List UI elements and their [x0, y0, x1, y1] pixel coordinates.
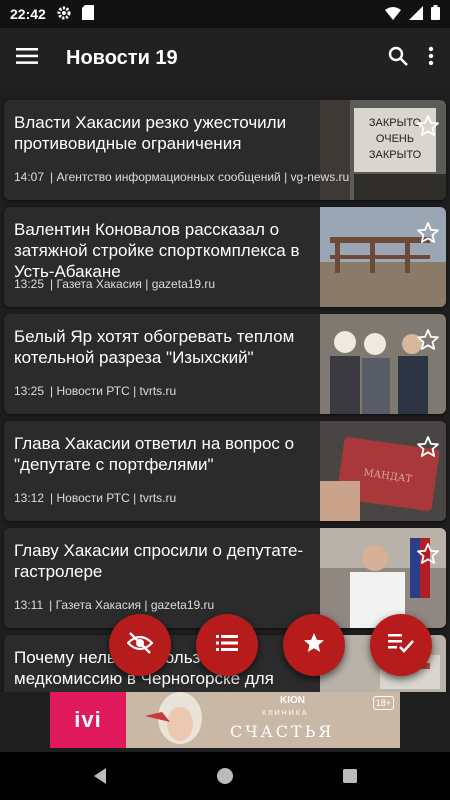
list-button[interactable]	[196, 614, 258, 676]
news-card[interactable]: Белый Яр хотят обогревать теплом котельн…	[4, 314, 446, 414]
menu-icon[interactable]	[16, 47, 38, 69]
star-icon[interactable]	[416, 328, 440, 352]
news-card[interactable]: ЗАКРЫТО ОЧЕНЬ ЗАКРЫТО Власти Хакасии рез…	[4, 100, 446, 200]
news-source: | Газета Хакасия | gazeta19.ru	[49, 598, 215, 612]
back-icon[interactable]	[88, 764, 112, 788]
news-title: Валентин Коновалов рассказал о затяжной …	[14, 220, 300, 281]
star-icon[interactable]	[416, 435, 440, 459]
recents-icon[interactable]	[338, 764, 362, 788]
ad-headline: СЧАСТЬЯ	[230, 722, 335, 741]
mark-read-button[interactable]	[370, 614, 432, 676]
search-icon[interactable]	[388, 46, 408, 71]
star-icon[interactable]	[416, 221, 440, 245]
news-title: Главу Хакасии спросили о депутате-гастро…	[14, 541, 304, 581]
star-filled-icon	[302, 631, 326, 660]
list-icon	[216, 634, 238, 656]
news-source: | Агентство информационных сообщений | v…	[50, 170, 350, 184]
ad-subtitle: КЛИНИКА	[262, 710, 309, 717]
gear-icon	[56, 5, 72, 24]
home-icon[interactable]	[213, 764, 237, 788]
status-time: 22:42	[10, 6, 46, 22]
signal-icon	[409, 5, 423, 23]
svg-text:ОЧЕНЬ: ОЧЕНЬ	[376, 133, 414, 145]
app-bar: Новости 19	[0, 28, 450, 88]
favorites-button[interactable]	[283, 614, 345, 676]
hide-read-button[interactable]	[109, 614, 171, 676]
ad-banner[interactable]: ivi KION КЛИНИКА СЧАСТЬЯ 18+	[50, 692, 400, 748]
ad-age-rating: 18+	[372, 696, 394, 710]
sd-card-icon	[81, 5, 94, 23]
ad-brand: KION	[280, 695, 305, 706]
news-title: Глава Хакасии ответил на вопрос о "депут…	[14, 434, 295, 474]
news-card[interactable]: Главу Хакасии спросили о депутате-гастро…	[4, 528, 446, 628]
svg-text:ЗАКРЫТО: ЗАКРЫТО	[369, 149, 422, 161]
ad-portrait	[145, 692, 202, 744]
wifi-icon	[385, 6, 401, 23]
star-icon[interactable]	[416, 542, 440, 566]
news-feed[interactable]: ЗАКРЫТО ОЧЕНЬ ЗАКРЫТО Власти Хакасии рез…	[0, 88, 450, 692]
news-meta: 13:25 | Газета Хакасия | gazeta19.ru	[14, 277, 215, 291]
news-meta: 13:25 | Новости РТС | tvrts.ru	[14, 384, 176, 398]
fab-row	[0, 614, 450, 678]
ad-logo: ivi	[50, 692, 126, 748]
playlist-check-icon	[388, 633, 414, 658]
news-source: | Новости РТС | tvrts.ru	[50, 384, 177, 398]
news-card[interactable]: МАНДАТ Глава Хакасии ответил на вопрос о…	[4, 421, 446, 521]
more-vert-icon[interactable]	[428, 46, 434, 71]
news-source: | Газета Хакасия | gazeta19.ru	[50, 277, 216, 291]
star-icon[interactable]	[416, 114, 440, 138]
news-time: 13:11	[14, 598, 44, 612]
system-nav-bar	[0, 752, 450, 800]
news-source: | Новости РТС | tvrts.ru	[50, 491, 177, 505]
eye-off-icon	[126, 631, 154, 659]
news-time: 13:25	[14, 384, 45, 398]
news-meta: 13:12 | Новости РТС | tvrts.ru	[14, 491, 176, 505]
status-bar: 22:42	[0, 0, 450, 28]
news-time: 13:25	[14, 277, 45, 291]
app-title: Новости 19	[66, 46, 178, 69]
svg-text:ЗАКРЫТО: ЗАКРЫТО	[369, 117, 422, 129]
news-title: Белый Яр хотят обогревать теплом котельн…	[14, 327, 295, 367]
battery-icon	[431, 5, 440, 23]
news-meta: 13:11 | Газета Хакасия | gazeta19.ru	[14, 598, 214, 612]
news-card[interactable]: Валентин Коновалов рассказал о затяжной …	[4, 207, 446, 307]
news-time: 14:07	[14, 170, 45, 184]
news-time: 13:12	[14, 491, 45, 505]
news-title: Власти Хакасии резко ужесточили противов…	[14, 113, 287, 153]
news-meta: 14:07 | Агентство информационных сообщени…	[14, 170, 349, 184]
